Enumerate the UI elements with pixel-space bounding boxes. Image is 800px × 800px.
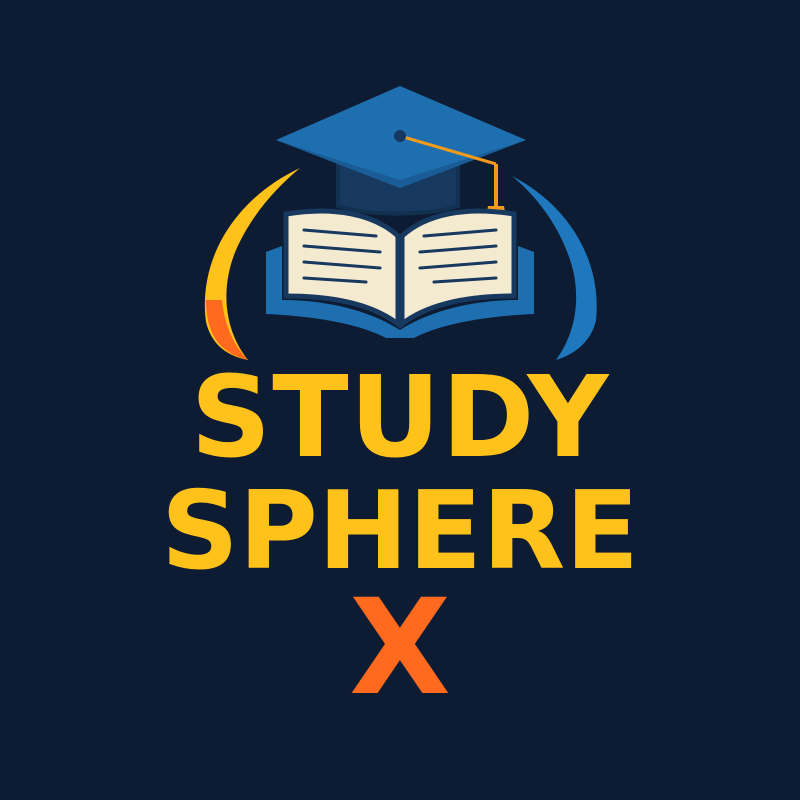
open-book-icon: [266, 208, 534, 338]
logo: STUDY SPHERE X: [0, 0, 800, 800]
logo-line-sphere: SPHERE: [160, 469, 640, 594]
logo-line-x: X: [349, 571, 451, 725]
logo-line-study: STUDY: [190, 353, 610, 483]
